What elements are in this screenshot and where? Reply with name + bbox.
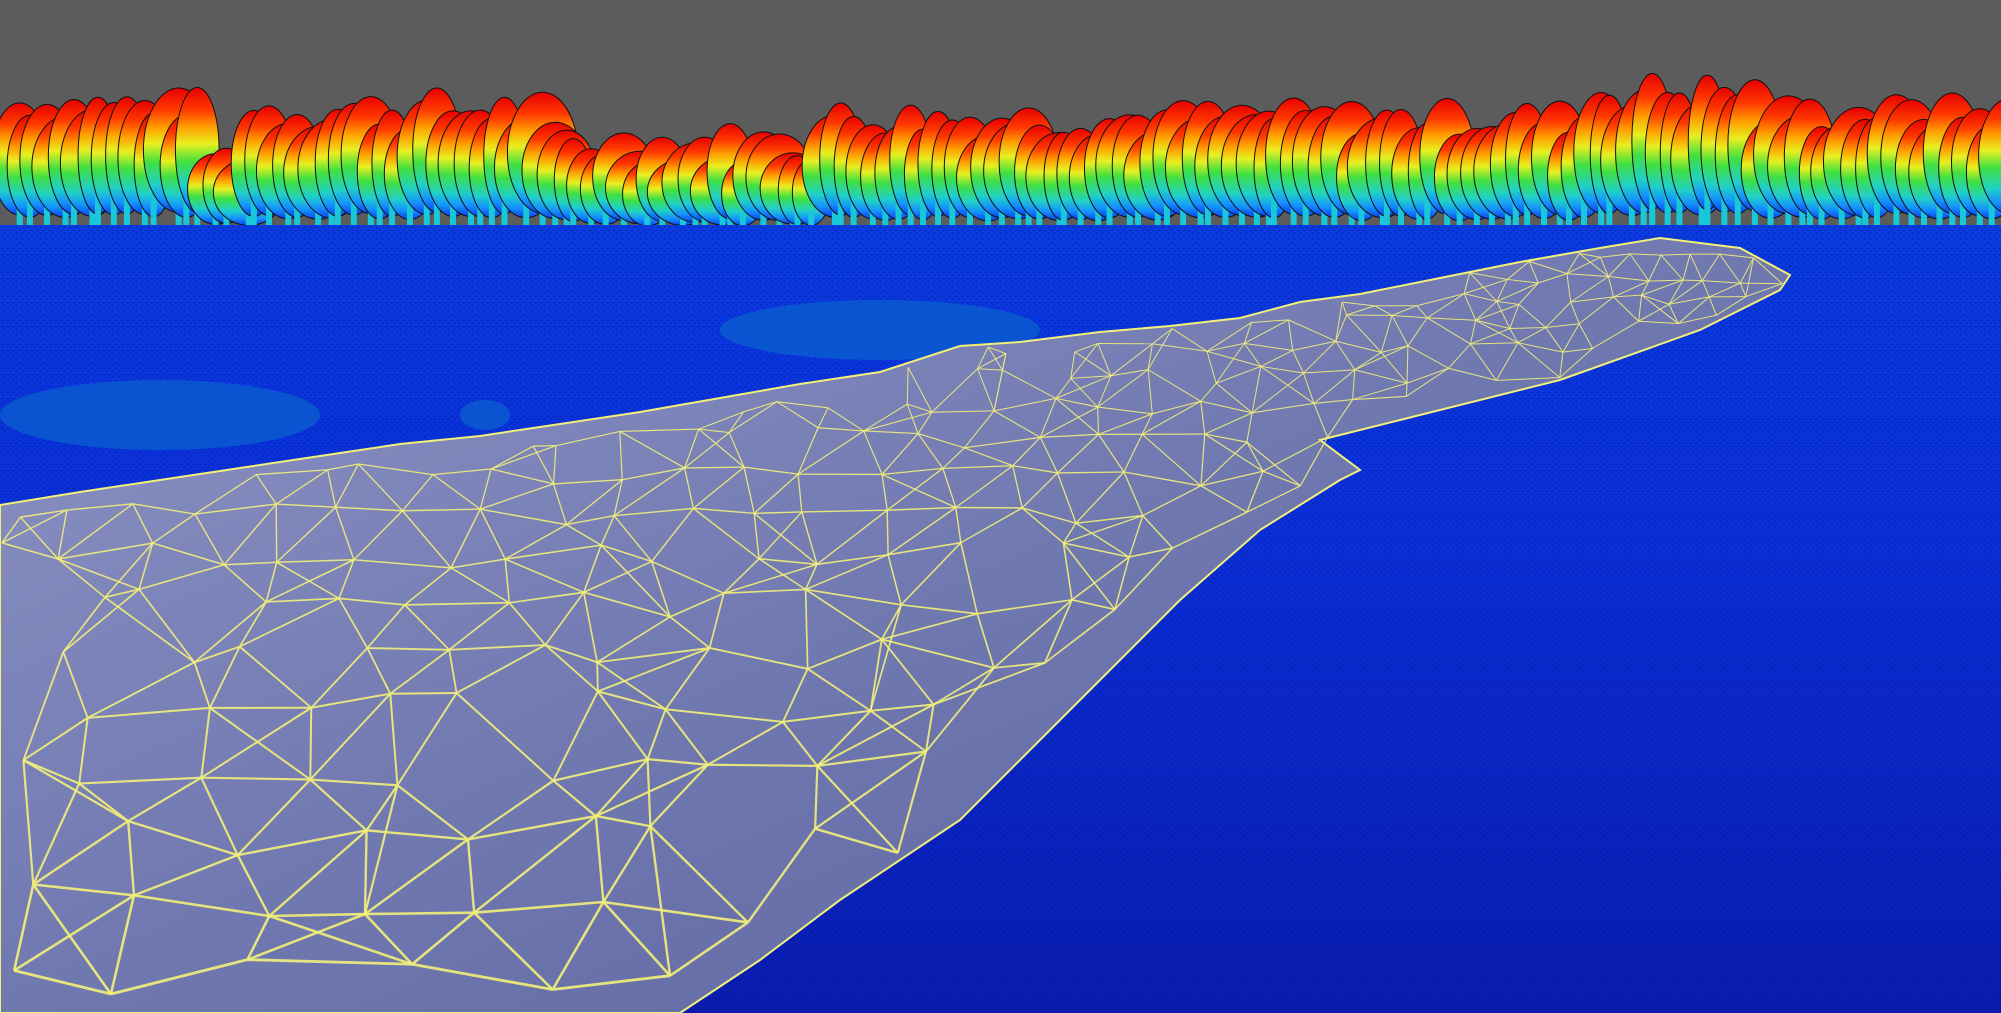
vegetation-patch [0, 380, 320, 450]
mesh-edge [390, 691, 457, 695]
mesh-edge [684, 466, 745, 469]
mesh-edge [1682, 279, 1703, 282]
mesh-edge [364, 911, 475, 916]
point-cloud-viewport[interactable] [0, 0, 2001, 1013]
vegetation-patch [460, 400, 510, 430]
mesh-edge [596, 662, 599, 692]
lidar-scene[interactable] [0, 0, 2001, 1013]
mesh-edge [886, 510, 889, 555]
mesh-edge [707, 763, 818, 767]
mesh-edge [309, 707, 313, 780]
mesh-edge [363, 830, 368, 915]
mesh-edge [275, 504, 278, 563]
